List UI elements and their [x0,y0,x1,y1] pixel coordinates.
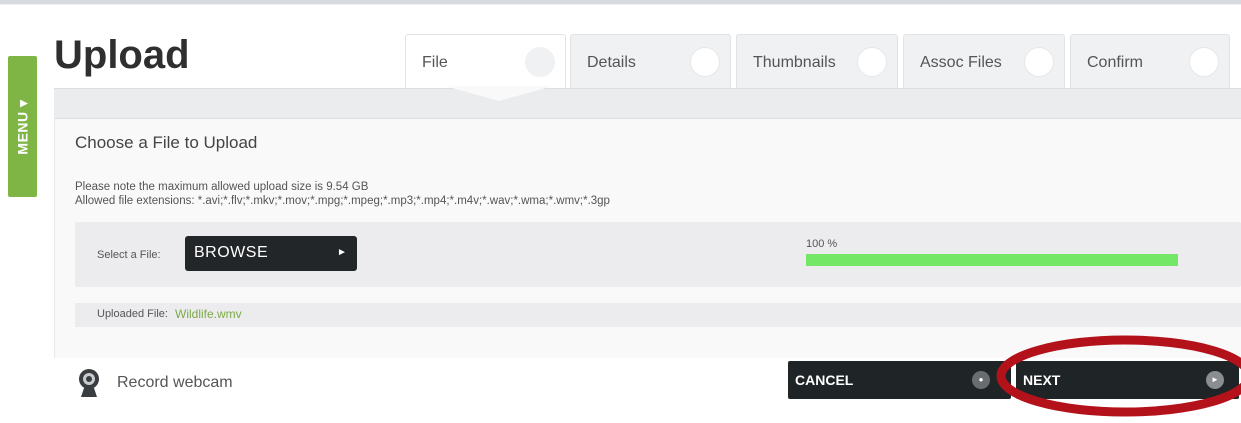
menu-label: MENU ▾ [14,98,30,155]
active-tab-pointer [445,86,553,101]
uploaded-file-label: Uploaded File: [97,308,168,320]
menu-toggle-button[interactable]: MENU ▾ [8,56,37,197]
tab-details[interactable]: Details [570,34,731,88]
next-label: NEXT [1023,372,1061,388]
tab-label: Thumbnails [753,54,836,71]
next-button[interactable]: NEXT ► [1016,361,1239,399]
next-circle-icon: ► [1206,371,1224,389]
cancel-label: CANCEL [795,372,854,388]
tab-label: Confirm [1087,54,1144,71]
tab-assoc-files[interactable]: Assoc Files [903,34,1065,88]
select-file-label: Select a File: [97,249,161,261]
step-indicator-icon [690,47,720,77]
tab-label: Details [587,54,636,71]
step-indicator-icon [1024,47,1054,77]
progress-fill [806,254,1178,266]
top-border-shadow [0,4,1241,5]
tab-label: Assoc Files [920,54,1002,71]
browse-button[interactable]: BROWSE ► [185,236,357,271]
tab-confirm[interactable]: Confirm [1070,34,1230,88]
page-title: Upload [54,33,190,77]
progress-percent: 100 % [806,238,838,250]
tab-thumbnails[interactable]: Thumbnails [736,34,898,88]
browse-label: BROWSE [194,244,269,261]
cancel-button[interactable]: CANCEL ● [788,361,1011,399]
uploaded-file-link[interactable]: Wildlife.wmv [175,307,242,321]
max-size-note: Please note the maximum allowed upload s… [75,181,369,193]
extensions-note: Allowed file extensions: *.avi;*.flv;*.m… [75,195,610,207]
record-webcam-link[interactable]: Record webcam [117,374,233,392]
webcam-icon[interactable] [76,368,102,398]
section-heading: Choose a File to Upload [75,133,258,152]
tab-label: File [422,54,448,71]
progress-bar [806,254,1178,266]
uploaded-file-row [75,303,1241,327]
play-arrow-icon: ► [337,247,347,258]
step-indicator-icon [525,47,555,77]
step-indicator-icon [857,47,887,77]
close-circle-icon: ● [972,371,990,389]
tab-strip-bar [54,88,1241,119]
tab-file[interactable]: File [405,34,566,88]
step-indicator-icon [1189,47,1219,77]
